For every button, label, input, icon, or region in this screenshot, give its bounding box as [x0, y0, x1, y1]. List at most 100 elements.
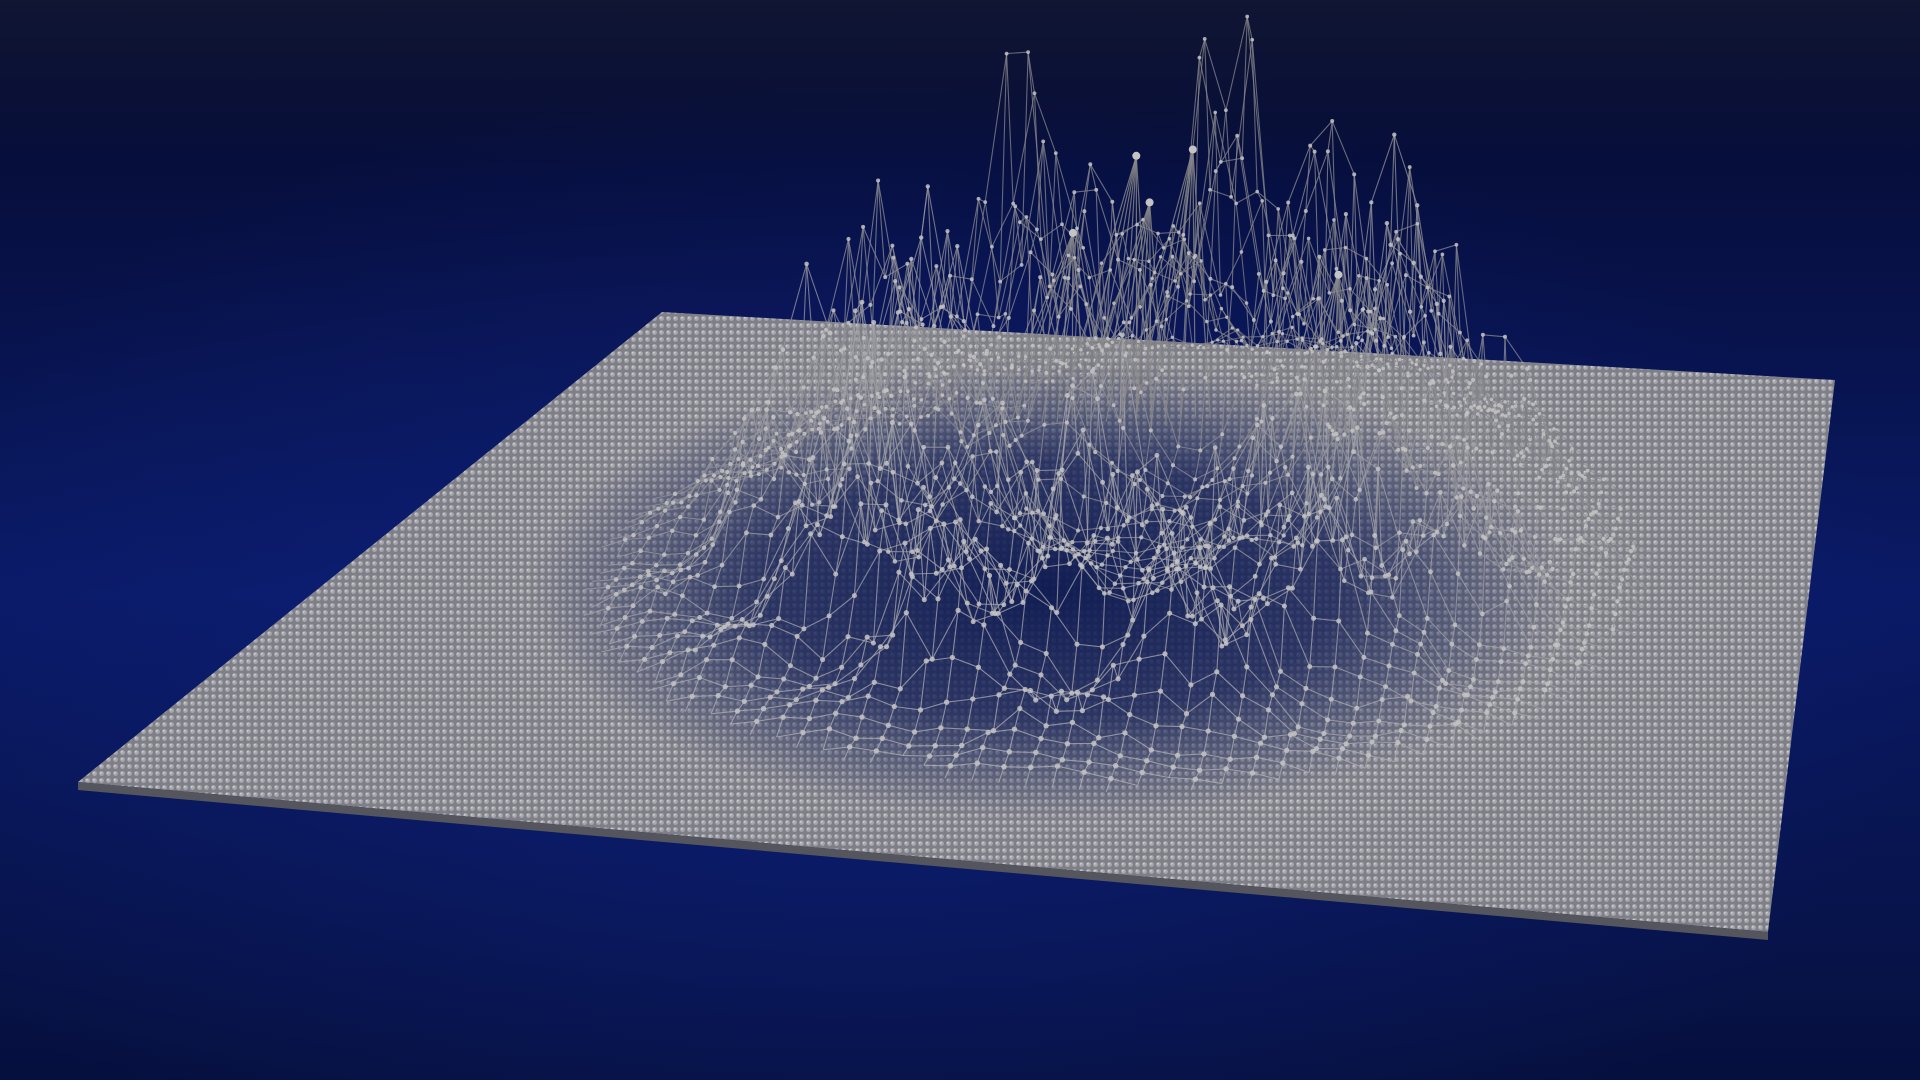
mesh-node	[1234, 201, 1239, 206]
mesh-node	[662, 552, 667, 557]
mesh-node	[1190, 343, 1194, 347]
mesh-node	[1212, 517, 1218, 522]
mesh-node	[1192, 279, 1197, 284]
mesh-node	[1197, 564, 1203, 570]
mesh-node	[893, 278, 898, 284]
mesh-node	[1490, 450, 1495, 455]
mesh-node	[811, 355, 816, 360]
mesh-node	[774, 431, 779, 436]
mesh-node	[1160, 368, 1164, 373]
mesh-node	[821, 415, 827, 421]
mesh-node	[1400, 413, 1404, 418]
mesh-node	[1006, 527, 1011, 532]
mesh-node	[1003, 580, 1009, 586]
mesh-node	[1230, 285, 1235, 290]
mesh-node	[908, 421, 914, 427]
mesh-node	[935, 360, 941, 366]
mesh-node	[1100, 479, 1106, 485]
mesh-node	[732, 447, 738, 452]
mesh-node	[657, 632, 663, 638]
mesh-node	[1169, 530, 1175, 536]
mesh-node	[1109, 460, 1115, 465]
mesh-node	[1455, 435, 1460, 440]
mesh-node	[1579, 646, 1585, 652]
mesh-node	[1542, 579, 1547, 584]
mesh-node	[841, 461, 847, 467]
mesh-node	[933, 367, 938, 372]
mesh-node	[1418, 464, 1423, 468]
mesh-node	[1430, 365, 1434, 369]
mesh-node	[622, 615, 628, 620]
mesh-node	[1501, 567, 1506, 572]
mesh-node	[1147, 259, 1151, 264]
mesh-node	[1349, 532, 1355, 538]
mesh-node	[1219, 306, 1224, 311]
mesh-node	[852, 308, 858, 314]
mesh-node	[814, 522, 820, 528]
mesh-node	[1504, 561, 1509, 567]
mesh-node	[877, 548, 883, 554]
mesh-node	[1218, 160, 1223, 164]
mesh-node	[993, 423, 998, 428]
mesh-node	[1216, 544, 1222, 550]
mesh-edge	[911, 572, 937, 575]
mesh-node	[1194, 590, 1200, 596]
mesh-node	[1339, 350, 1344, 355]
mesh-node	[1225, 347, 1230, 352]
mesh-node	[1372, 533, 1378, 538]
mesh-node	[670, 579, 676, 585]
mesh-node	[1254, 416, 1259, 421]
mesh-node	[1486, 481, 1491, 487]
mesh-node	[1121, 523, 1126, 528]
mesh-node	[1180, 545, 1185, 550]
mesh-node	[945, 557, 951, 563]
mesh-node	[1415, 651, 1420, 657]
mesh-node	[913, 381, 918, 385]
mesh-node	[1434, 404, 1439, 409]
mesh-node	[1334, 266, 1339, 271]
mesh-node	[1425, 445, 1430, 451]
mesh-node	[879, 508, 885, 513]
mesh-node	[679, 500, 684, 505]
mesh-node	[1555, 479, 1560, 484]
mesh-node	[672, 491, 678, 497]
mesh-node	[1512, 457, 1517, 462]
mesh-node	[1183, 563, 1189, 569]
mesh-node	[664, 615, 670, 621]
mesh-node	[1000, 523, 1005, 529]
mesh-node	[1472, 359, 1477, 363]
mesh-node	[1133, 550, 1139, 556]
mesh-node	[970, 454, 975, 459]
mesh-node	[1377, 430, 1382, 436]
mesh-node	[861, 375, 866, 379]
mesh-node	[990, 396, 996, 401]
mesh-node	[1558, 627, 1563, 633]
mesh-node	[1165, 481, 1170, 486]
mesh-node	[707, 634, 713, 640]
mesh-node	[1286, 291, 1290, 295]
mesh-node	[1541, 432, 1546, 437]
mesh-node	[1285, 585, 1291, 591]
mesh-node	[1408, 698, 1414, 704]
mesh-node	[646, 572, 652, 578]
mesh-node	[1537, 411, 1542, 416]
mesh-node	[1601, 536, 1606, 541]
mesh-node	[740, 439, 745, 445]
mesh-node	[1064, 362, 1068, 366]
mesh-node	[1494, 418, 1498, 423]
mesh-node	[1547, 667, 1553, 673]
mesh-node	[1149, 590, 1155, 596]
mesh-node	[1058, 476, 1064, 482]
mesh-node	[1117, 419, 1122, 423]
mesh-node	[1277, 540, 1282, 545]
mesh-node	[1531, 624, 1537, 630]
mesh-node	[812, 414, 816, 419]
mesh-node	[1379, 357, 1383, 361]
mesh-node	[835, 387, 840, 393]
mesh-node	[1619, 577, 1625, 582]
mesh-node	[629, 582, 635, 588]
mesh-node	[1450, 375, 1454, 379]
mesh-node	[1351, 449, 1356, 455]
mesh-node	[710, 456, 715, 462]
mesh-node	[1230, 326, 1234, 330]
